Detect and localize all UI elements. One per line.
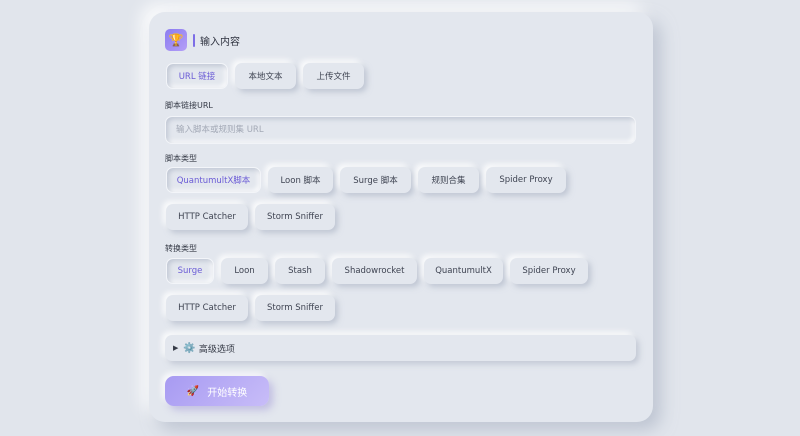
advanced-options-toggle[interactable]: ▶ ⚙️ 高级选项 xyxy=(165,335,636,361)
script-url-label: 脚本链接URL xyxy=(165,101,213,110)
rocket-icon: 🚀 xyxy=(186,385,200,397)
convert-type-storm-sniffer[interactable]: Storm Sniffer xyxy=(255,295,335,321)
page-title: 输入内容 xyxy=(200,36,240,48)
convert-type-shadowrocket[interactable]: Shadowrocket xyxy=(332,258,417,284)
convert-type-spider-proxy[interactable]: Spider Proxy xyxy=(510,258,588,284)
script-type-storm-sniffer[interactable]: Storm Sniffer xyxy=(255,204,335,230)
script-url-input[interactable] xyxy=(165,116,636,144)
convert-type-http-catcher[interactable]: HTTP Catcher xyxy=(166,295,248,321)
tab-url-link[interactable]: URL 链接 xyxy=(166,63,228,89)
script-type-spider-proxy[interactable]: Spider Proxy xyxy=(486,167,566,193)
expand-triangle-icon: ▶ xyxy=(173,344,179,352)
script-type-surge[interactable]: Surge 脚本 xyxy=(340,167,411,193)
script-type-http-catcher[interactable]: HTTP Catcher xyxy=(166,204,248,230)
start-convert-label: 开始转换 xyxy=(207,387,248,399)
title-accent-bar xyxy=(193,33,195,47)
card-header: 🏆 输入内容 xyxy=(165,28,240,52)
convert-type-stash[interactable]: Stash xyxy=(275,258,325,284)
convert-type-label: 转换类型 xyxy=(165,244,197,253)
script-type-rule-collection[interactable]: 规则合集 xyxy=(418,167,479,193)
script-type-loon[interactable]: Loon 脚本 xyxy=(268,167,333,193)
converter-card: 🏆 输入内容 URL 链接 本地文本 上传文件 脚本链接URL 脚本类型 Qua… xyxy=(149,12,653,422)
script-type-label: 脚本类型 xyxy=(165,154,197,163)
gear-icon: ⚙️ xyxy=(183,342,196,354)
convert-type-loon[interactable]: Loon xyxy=(221,258,268,284)
tab-upload-file[interactable]: 上传文件 xyxy=(303,63,364,89)
tab-local-text[interactable]: 本地文本 xyxy=(235,63,296,89)
start-convert-button[interactable]: 🚀 开始转换 xyxy=(165,376,269,406)
script-type-quantumultx[interactable]: QuantumultX脚本 xyxy=(166,167,261,193)
convert-type-surge[interactable]: Surge xyxy=(166,258,214,284)
convert-type-quantumultx[interactable]: QuantumultX xyxy=(424,258,503,284)
trophy-icon: 🏆 xyxy=(165,29,187,51)
advanced-options-label: 高级选项 xyxy=(198,344,235,355)
